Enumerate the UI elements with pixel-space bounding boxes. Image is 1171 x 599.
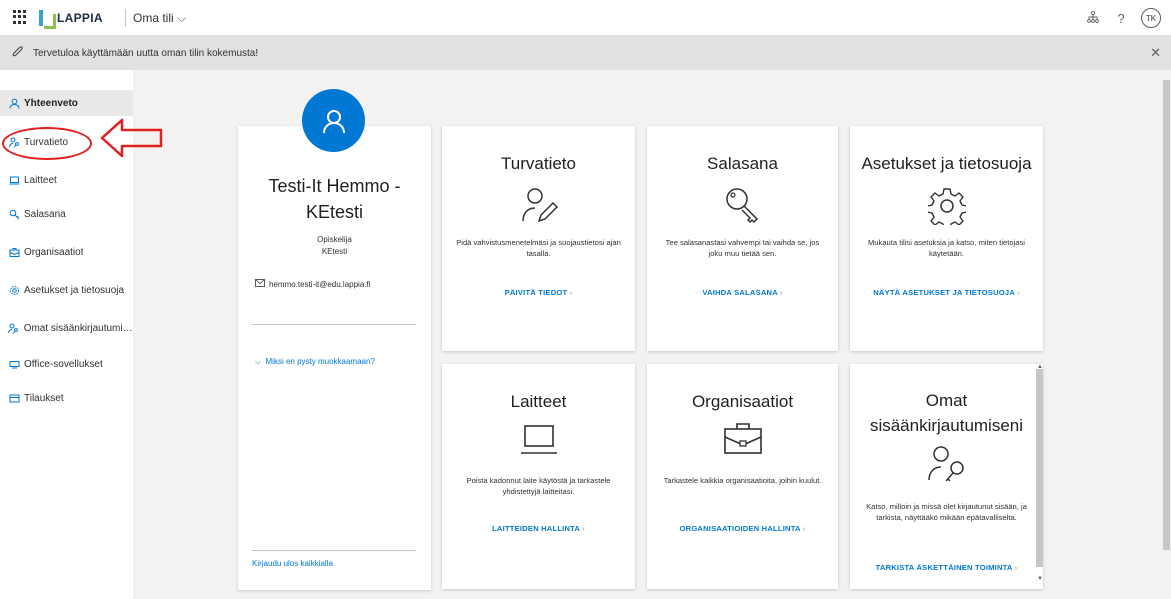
person-pen-icon <box>519 185 559 230</box>
chevron-right-icon: › <box>1017 288 1020 297</box>
sidebar-item-organisaatiot[interactable]: Organisaatiot <box>0 239 133 265</box>
top-bar: LAPPIA Oma tili ⌵ ? TK <box>0 0 1171 36</box>
tile-title-line2: sisäänkirjautumiseni <box>869 416 1024 435</box>
chevron-down-icon: ⌵ <box>177 11 187 25</box>
tile-scrollbar[interactable] <box>1036 369 1043 567</box>
sidebar-item-asetukset[interactable]: Asetukset ja tietosuoja <box>0 277 133 303</box>
sidebar-item-laitteet[interactable]: Laitteet <box>0 167 133 193</box>
tile-title: Asetukset ja tietosuoja <box>861 154 1032 173</box>
tile-title: Salasana <box>707 154 778 173</box>
review-recent-activity-link[interactable]: TARKISTA ÄSKETTÄINEN TOIMINTA › <box>850 563 1043 572</box>
tile-title: Laitteet <box>510 392 567 411</box>
view-settings-privacy-link[interactable]: NÄYTÄ ASETUKSET JA TIETOSUOJA › <box>850 288 1043 297</box>
scrollbar-thumb[interactable] <box>1163 80 1170 550</box>
profile-org: KEtesti <box>321 247 348 256</box>
person-key-icon <box>926 444 968 489</box>
annotation-arrow <box>100 118 163 158</box>
chevron-right-icon: › <box>802 524 806 533</box>
chevron-right-icon: › <box>582 524 585 533</box>
update-info-link[interactable]: PÄIVITÄ TIEDOT › <box>442 288 635 297</box>
tile-description: Poista kadonnut laite käytöstä ja tarkas… <box>466 476 611 496</box>
person-icon <box>8 97 20 109</box>
brand-logo[interactable]: LAPPIA <box>39 7 117 29</box>
brand-name: LAPPIA <box>57 11 103 25</box>
tile-description: Tee salasanastasi vahvempi tai vaihda se… <box>665 238 820 258</box>
app-title: Oma tili <box>133 11 174 25</box>
avatar[interactable]: TK <box>1141 8 1161 28</box>
mail-icon <box>255 279 265 289</box>
scroll-up-icon[interactable]: ▲ <box>1037 364 1043 370</box>
divider <box>252 324 416 325</box>
card-icon <box>8 392 20 404</box>
tile-title-line1: Omat <box>925 391 968 410</box>
sidebar-item-salasana[interactable]: Salasana <box>0 201 133 227</box>
tile-description: Tarkastele kaikkia organisaatioita, joih… <box>663 476 822 485</box>
welcome-banner: Tervetuloa käyttämään uutta oman tilin k… <box>0 36 1171 70</box>
apps-icon <box>8 358 20 370</box>
org-chart-icon[interactable] <box>1079 10 1107 26</box>
app-launcher-icon[interactable] <box>13 10 27 24</box>
sidebar-item-office-sovellukset[interactable]: Office-sovellukset <box>0 351 133 377</box>
email-text: hemmo.testi-it@edu.lappia.fi <box>269 279 371 289</box>
profile-role: Opiskelija <box>317 235 352 244</box>
chevron-right-icon: › <box>779 288 783 297</box>
tile-laitteet: Laitteet Poista kadonnut laite käytöstä … <box>442 364 635 589</box>
tile-organisaatiot: Organisaatiot Tarkastele kaikkia organis… <box>647 364 838 589</box>
manage-organizations-link[interactable]: ORGANISAATIOIDEN HALLINTA › <box>647 524 838 533</box>
close-icon[interactable]: ✕ <box>1150 45 1161 61</box>
annotation-ellipse <box>2 127 92 160</box>
laptop-icon <box>8 174 20 186</box>
person-key-icon <box>8 322 20 334</box>
sidebar-item-yhteenveto[interactable]: Yhteenveto <box>0 90 133 116</box>
tile-omat-sisaankirjautumiseni: Omat sisäänkirjautumiseni Katso, milloin… <box>850 364 1043 589</box>
chevron-down-icon: ⌵ <box>255 357 266 366</box>
tile-salasana: Salasana Tee salasanastasi vahvempi tai … <box>647 126 838 351</box>
manage-devices-link[interactable]: LAITTEIDEN HALLINTA › <box>442 524 635 533</box>
key-icon <box>723 185 763 232</box>
why-cannot-edit-link[interactable]: ⌵ Miksi en pysty muokkaamaan? <box>255 357 375 367</box>
tile-description: Katso, milloin ja missä olet kirjautunut… <box>866 502 1027 522</box>
page-scrollbar[interactable] <box>1162 70 1171 599</box>
tile-turvatieto: Turvatieto Pidä vahvistusmenetelmäsi ja … <box>442 126 635 351</box>
tile-description: Pidä vahvistusmenetelmäsi ja suojaustiet… <box>456 238 621 258</box>
chevron-right-icon: › <box>1014 563 1018 572</box>
chevron-right-icon: › <box>569 288 573 297</box>
help-icon[interactable]: ? <box>1107 11 1135 26</box>
person-icon <box>322 109 345 133</box>
profile-email: hemmo.testi-it@edu.lappia.fi <box>255 279 371 289</box>
banner-text: Tervetuloa käyttämään uutta oman tilin k… <box>33 48 259 59</box>
change-password-link[interactable]: VAIHDA SALASANA › <box>647 288 838 297</box>
scroll-down-icon[interactable]: ▼ <box>1037 576 1043 582</box>
gear-icon <box>8 284 20 296</box>
app-title-menu[interactable]: Oma tili ⌵ <box>133 11 186 26</box>
divider <box>125 9 126 27</box>
laptop-icon <box>519 424 559 461</box>
tile-title: Organisaatiot <box>691 392 794 411</box>
briefcase-icon <box>8 246 20 258</box>
briefcase-icon <box>723 421 763 460</box>
gear-icon <box>925 187 968 230</box>
profile-name: Testi-It Hemmo - KEtesti <box>268 176 401 222</box>
profile-avatar <box>302 89 365 152</box>
tile-asetukset: Asetukset ja tietosuoja Mukauta tilisi a… <box>850 126 1043 351</box>
sidebar-item-omat-sisaankirjautumiset[interactable]: Omat sisäänkirjautumis... <box>0 315 133 341</box>
key-icon <box>8 208 20 220</box>
divider <box>252 550 416 551</box>
top-right-actions: ? TK <box>1079 0 1171 36</box>
lappia-logo-icon <box>39 10 56 29</box>
sidebar-item-tilaukset[interactable]: Tilaukset <box>0 385 133 411</box>
tile-description: Mukauta tilisi asetuksia ja katso, miten… <box>867 238 1025 258</box>
tile-title: Turvatieto <box>501 154 576 173</box>
sign-out-everywhere-link[interactable]: Kirjaudu ulos kaikkialla <box>252 559 333 568</box>
rocket-icon <box>12 46 24 61</box>
